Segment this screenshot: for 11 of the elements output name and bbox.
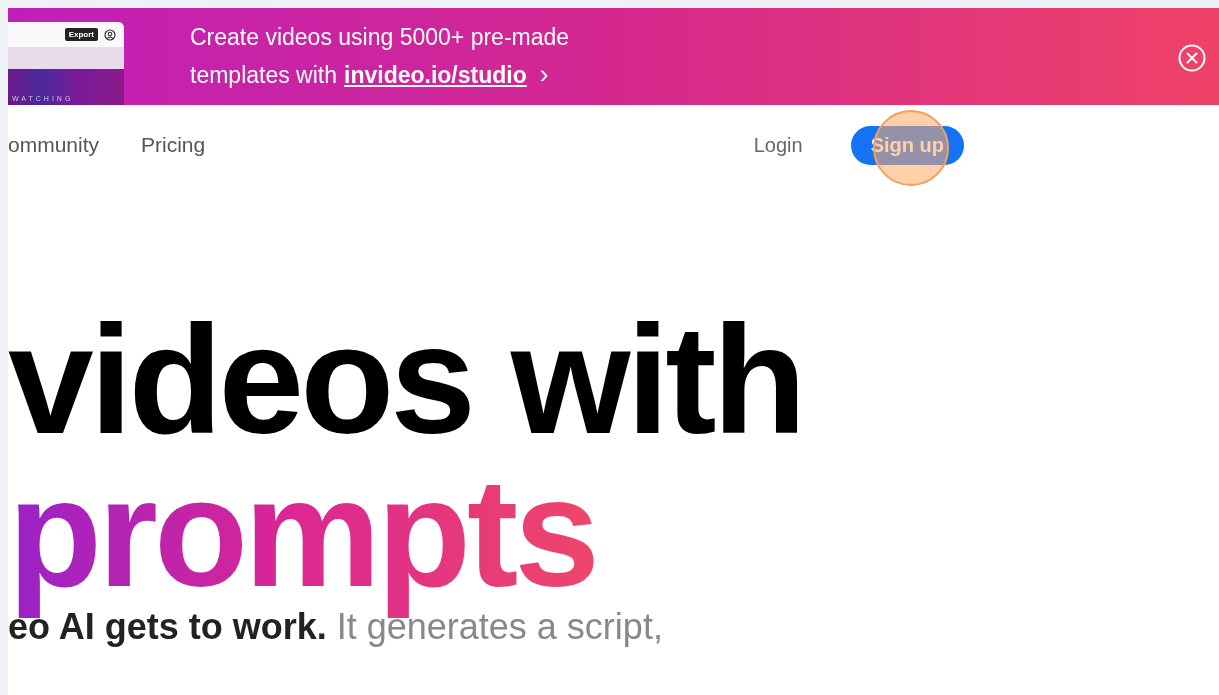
user-icon bbox=[104, 28, 116, 41]
login-link[interactable]: Login bbox=[753, 133, 803, 157]
hero-heading: videos with bbox=[8, 303, 804, 458]
nav-link[interactable]: ommunity bbox=[8, 133, 100, 157]
chevron-icon[interactable]: › bbox=[539, 58, 549, 90]
close-icon[interactable] bbox=[1177, 43, 1207, 73]
studio-link[interactable]: invideo.io/studio bbox=[344, 61, 527, 89]
banner-text: templates with bbox=[190, 61, 337, 89]
nav-link[interactable]: Pricing bbox=[141, 133, 206, 157]
export-label: Export bbox=[64, 28, 98, 41]
banner-text: Create videos using 5000+ pre-made bbox=[190, 23, 570, 51]
